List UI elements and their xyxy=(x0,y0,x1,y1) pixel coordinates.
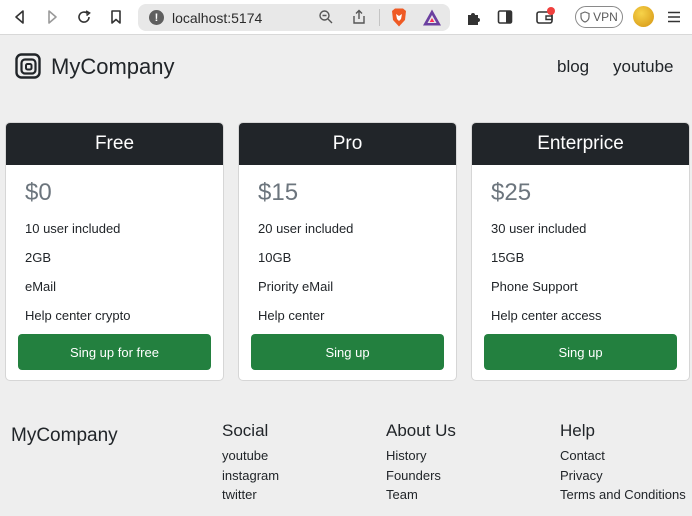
signup-free-button[interactable]: Sing up for free xyxy=(18,334,211,370)
plan-price: $25 xyxy=(491,179,532,206)
footer-link-founders[interactable]: Founders xyxy=(386,468,441,483)
footer-brand: MyCompany xyxy=(11,425,118,446)
address-bar[interactable]: ! localhost:5174 xyxy=(138,4,450,31)
menu-icon[interactable] xyxy=(664,7,684,27)
signup-enterprise-button[interactable]: Sing up xyxy=(484,334,677,370)
footer-link-team[interactable]: Team xyxy=(386,487,418,502)
footer-link-terms[interactable]: Terms and Conditions xyxy=(560,487,686,502)
browser-toolbar: ! localhost:5174 VPN xyxy=(0,0,692,35)
plan-feature: Help center xyxy=(258,308,325,323)
urlbar-divider xyxy=(379,9,380,26)
footer-link-youtube[interactable]: youtube xyxy=(222,448,268,463)
plan-feature: Priority eMail xyxy=(258,279,334,294)
extensions-icon[interactable] xyxy=(464,7,484,27)
plan-price: $0 xyxy=(25,179,52,206)
plan-feature: Help center access xyxy=(491,308,602,323)
back-icon[interactable] xyxy=(10,7,30,27)
plan-name: Pro xyxy=(239,123,456,165)
shield-icon xyxy=(580,11,590,23)
plan-feature: Phone Support xyxy=(491,279,578,294)
logo-icon[interactable] xyxy=(15,53,41,79)
signup-pro-button[interactable]: Sing up xyxy=(251,334,444,370)
reload-icon[interactable] xyxy=(74,7,94,27)
sidebar-icon[interactable] xyxy=(495,7,515,27)
pricing-card-free: Free $0 10 user included 2GB eMail Help … xyxy=(5,122,224,381)
plan-name: Free xyxy=(6,123,223,165)
plan-feature: Help center crypto xyxy=(25,308,131,323)
footer-link-privacy[interactable]: Privacy xyxy=(560,468,603,483)
plan-feature: 20 user included xyxy=(258,221,354,236)
plan-feature: 30 user included xyxy=(491,221,587,236)
footer-link-instagram[interactable]: instagram xyxy=(222,468,279,483)
nav-link-blog[interactable]: blog xyxy=(557,57,589,77)
footer-heading-social: Social xyxy=(222,421,269,440)
footer-link-contact[interactable]: Contact xyxy=(560,448,605,463)
footer-link-twitter[interactable]: twitter xyxy=(222,487,257,502)
nav-link-youtube[interactable]: youtube xyxy=(613,57,674,77)
brave-rewards-icon[interactable] xyxy=(422,8,442,32)
forward-icon[interactable] xyxy=(42,7,62,27)
plan-price: $15 xyxy=(258,179,299,206)
pricing-card-enterprise: Enterprice $25 30 user included 15GB Pho… xyxy=(471,122,690,381)
plan-feature: 15GB xyxy=(491,250,525,265)
zoom-icon[interactable] xyxy=(318,9,334,30)
plan-feature: eMail xyxy=(25,279,57,294)
vpn-button[interactable]: VPN xyxy=(575,6,623,28)
info-icon[interactable]: ! xyxy=(149,10,164,25)
wallet-icon[interactable] xyxy=(535,7,555,27)
plan-feature: 10 user included xyxy=(25,221,121,236)
url-text[interactable]: localhost:5174 xyxy=(172,10,262,26)
vpn-label: VPN xyxy=(593,10,618,24)
brand-name[interactable]: MyCompany xyxy=(51,54,174,80)
plan-feature: 2GB xyxy=(25,250,52,265)
brave-shields-icon[interactable] xyxy=(389,7,409,33)
plan-feature: 10GB xyxy=(258,250,292,265)
footer-heading-help: Help xyxy=(560,421,595,440)
plan-name: Enterprice xyxy=(472,123,689,165)
profile-avatar[interactable] xyxy=(633,6,654,27)
pricing-card-pro: Pro $15 20 user included 10GB Priority e… xyxy=(238,122,457,381)
footer-heading-about: About Us xyxy=(386,421,456,440)
share-icon[interactable] xyxy=(351,9,367,30)
bookmark-icon[interactable] xyxy=(106,7,126,27)
footer-link-history[interactable]: History xyxy=(386,448,426,463)
